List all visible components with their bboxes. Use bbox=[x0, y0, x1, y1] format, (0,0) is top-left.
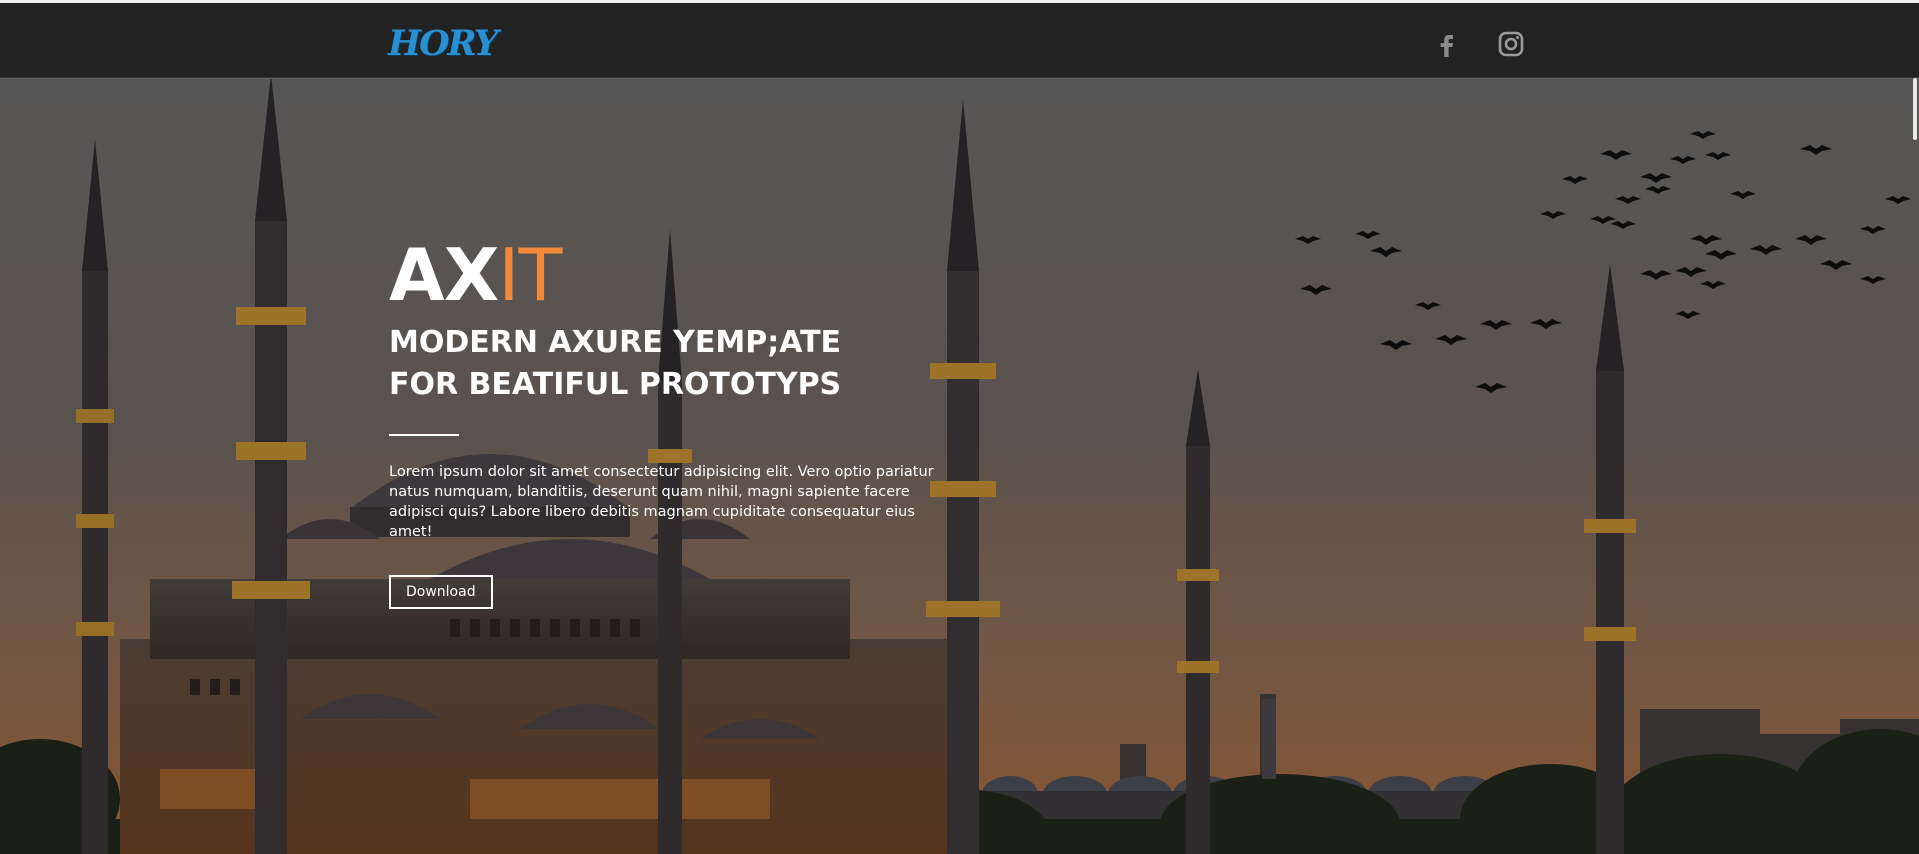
navbar: HORY bbox=[0, 3, 1919, 78]
hero-headline: AXIT bbox=[389, 230, 949, 320]
hero-background-image bbox=[0, 79, 1919, 854]
hero-section: AXIT MODERN AXURE YEMP;ATE FOR BEATIFUL … bbox=[0, 79, 1919, 854]
download-button[interactable]: Download bbox=[389, 575, 493, 609]
scrollbar-thumb[interactable] bbox=[1913, 78, 1917, 140]
hero-content: AXIT MODERN AXURE YEMP;ATE FOR BEATIFUL … bbox=[389, 230, 949, 609]
headline-accent: IT bbox=[498, 233, 562, 317]
hero-body-text: Lorem ipsum dolor sit amet consectetur a… bbox=[389, 464, 934, 540]
facebook-icon[interactable] bbox=[1432, 29, 1462, 59]
page: HORY AXIT MODERN AXURE YEMP;ATE FOR BEAT… bbox=[0, 0, 1919, 854]
hero-divider bbox=[389, 434, 459, 436]
instagram-icon[interactable] bbox=[1496, 29, 1526, 59]
logo[interactable]: HORY bbox=[388, 23, 500, 67]
logo-text: HORY bbox=[388, 23, 499, 64]
hero-subtitle: MODERN AXURE YEMP;ATE FOR BEATIFUL PROTO… bbox=[389, 325, 842, 402]
headline-main: AX bbox=[389, 233, 499, 317]
